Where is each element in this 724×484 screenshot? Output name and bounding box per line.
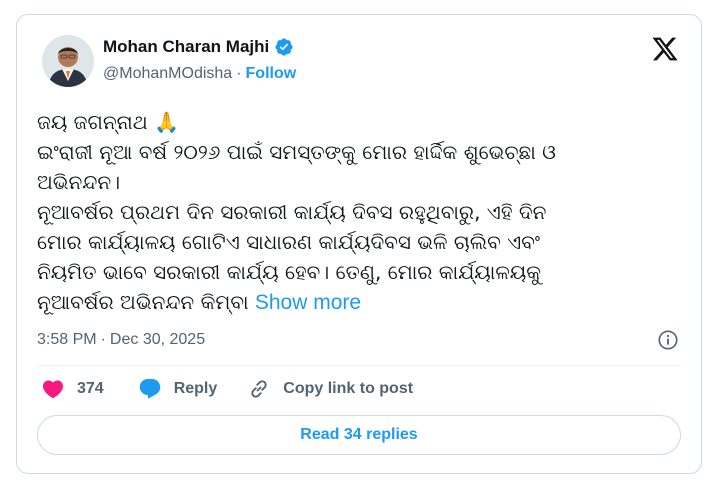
author-handle-row: @MohanMOdisha · Follow	[103, 65, 296, 83]
like-button[interactable]: 374	[41, 377, 104, 401]
show-more-link[interactable]: Show more	[255, 291, 361, 314]
timestamp-row: 3:58 PM · Dec 30, 2025	[37, 331, 205, 349]
tweet-text: ଜୟ ଜଗନ୍ନାଥ 🙏 ଇଂରାଜୀ ନୂଆ ବର୍ଷ ୨୦୨୬ ପାଇଁ ସ…	[37, 107, 677, 318]
post-time[interactable]: 3:58 PM	[37, 331, 97, 349]
handle-separator: ·	[236, 65, 242, 82]
copy-link-label: Copy link to post	[283, 380, 414, 397]
tweet-line: ନୂଆବର୍ଷର ପ୍ରଥମ ଦିନ ସରକାରୀ କାର୍ଯ୍ୟ ଦିବସ ର…	[37, 200, 547, 224]
timestamp-separator: ·	[100, 331, 106, 348]
tweet-line: ମୋର କାର୍ଯ୍ୟାଳୟ ଗୋଟିଏ ସାଧାରଣ କାର୍ଯ୍ୟଦିବସ …	[37, 230, 540, 254]
post-date[interactable]: Dec 30, 2025	[110, 331, 205, 349]
reply-button[interactable]: Reply	[138, 377, 218, 401]
tweet-line: ଅଭିନନ୍ଦନ।	[37, 170, 121, 194]
heart-icon	[42, 380, 64, 399]
author-display-name[interactable]: Mohan Charan Majhi	[103, 37, 269, 57]
follow-button[interactable]: Follow	[246, 65, 297, 83]
tweet-line: ନୂଆବର୍ଷର ଅଭିନନ୍ଦନ କିମ୍ବା	[37, 290, 249, 314]
copy-link-button[interactable]: Copy link to post	[247, 377, 413, 401]
author-handle[interactable]: @MohanMOdisha	[103, 65, 232, 83]
read-replies-label: Read 34 replies	[300, 426, 418, 443]
link-icon	[251, 380, 267, 398]
read-replies-button[interactable]: Read 34 replies	[37, 415, 681, 455]
speech-bubble-icon	[139, 379, 160, 399]
info-icon[interactable]	[657, 329, 679, 351]
x-logo-icon[interactable]	[651, 35, 679, 63]
divider	[37, 365, 681, 366]
tweet-line: ନିୟମିତ ଭାବେ ସରକାରୀ କାର୍ଯ୍ୟ ହେବ। ତେଣୁ, ମୋ…	[37, 260, 542, 284]
tweet-line: ଇଂରାଜୀ ନୂଆ ବର୍ଷ ୨୦୨୬ ପାଇଁ ସମସ୍ତଙ୍କୁ ମୋର …	[37, 140, 556, 164]
verified-badge-icon	[275, 38, 293, 56]
avatar[interactable]	[42, 35, 94, 87]
tweet-card: Mohan Charan Majhi @MohanMOdisha · Follo…	[16, 14, 702, 474]
reply-label: Reply	[173, 380, 218, 397]
like-count: 374	[77, 380, 104, 397]
action-bar: 374 Reply Copy link to post	[37, 377, 413, 401]
author-name-row: Mohan Charan Majhi	[103, 37, 294, 57]
avatar-portrait-icon	[42, 35, 94, 87]
tweet-line: ଜୟ ଜଗନ୍ନାଥ 🙏	[37, 110, 179, 134]
